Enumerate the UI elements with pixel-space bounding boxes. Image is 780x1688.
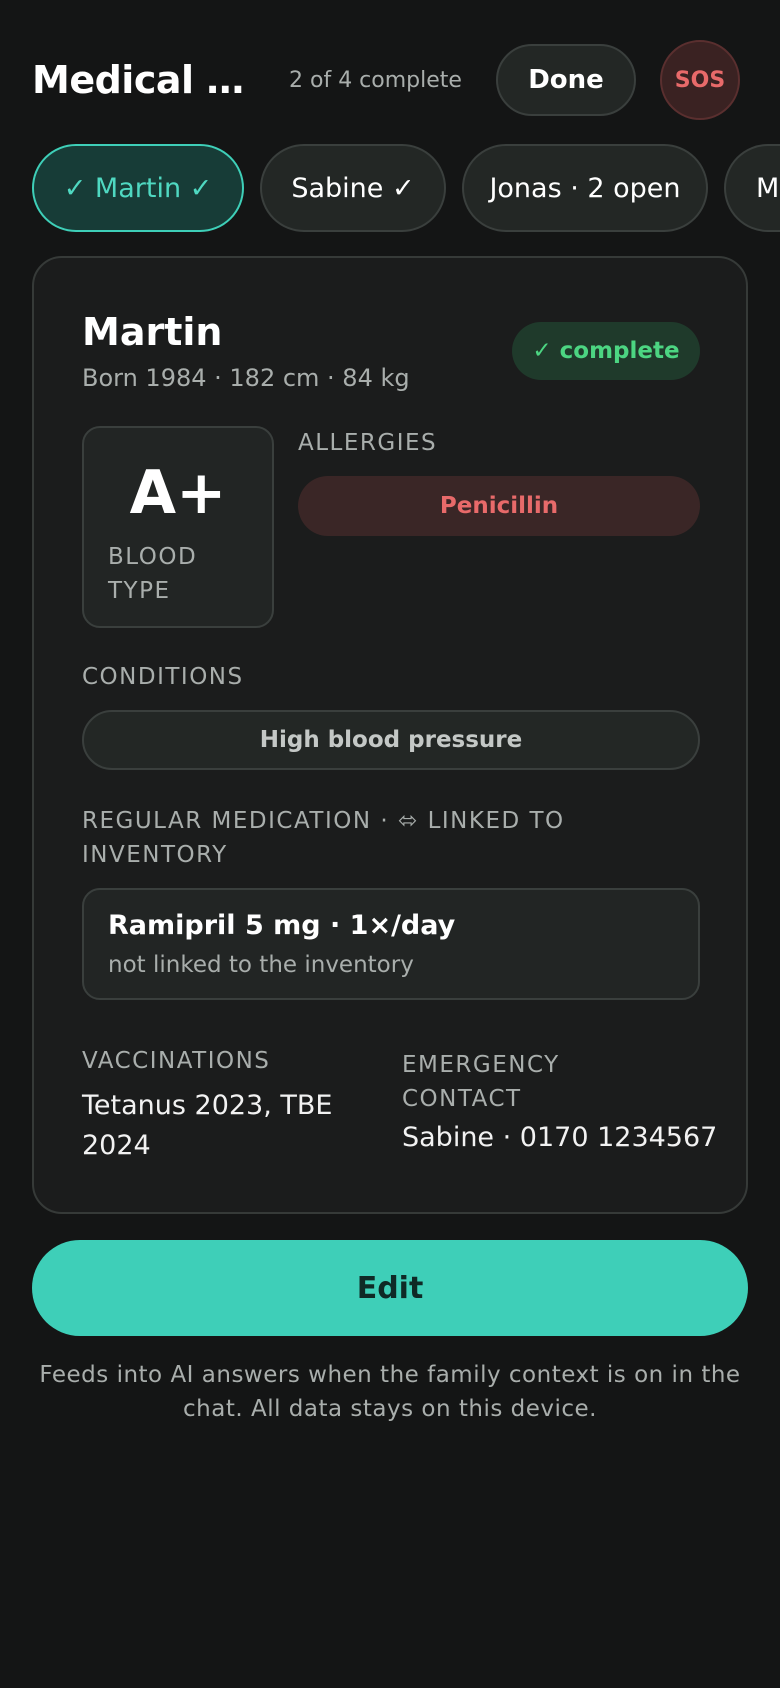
blood-type-label: BLOOD TYPE: [108, 544, 198, 604]
status-badge: ✓ complete: [512, 322, 700, 380]
conditions-label: CONDITIONS: [82, 664, 244, 690]
member-details: Born 1984 · 182 cm · 84 kg: [82, 364, 410, 392]
member-name: Martin: [82, 310, 223, 354]
medication-item[interactable]: Ramipril 5 mg · 1×/day not linked to the…: [82, 888, 700, 1000]
medication-name: Ramipril 5 mg · 1×/day: [108, 910, 456, 941]
vaccinations-label: VACCINATIONS: [82, 1048, 271, 1074]
member-tabs: ✓ Martin ✓ Sabine ✓ Jonas · 2 open M: [32, 144, 780, 232]
member-tab-jonas[interactable]: Jonas · 2 open: [462, 144, 708, 232]
allergy-chip[interactable]: Penicillin: [298, 476, 700, 536]
member-tab-sabine[interactable]: Sabine ✓: [260, 144, 446, 232]
completion-progress: 2 of 4 complete: [289, 67, 462, 93]
medical-card: Martin Born 1984 · 182 cm · 84 kg ✓ comp…: [32, 256, 748, 1214]
emergency-contact-value: Sabine · 0170 1234567: [402, 1122, 718, 1153]
page-title: Medical c...: [32, 58, 257, 102]
condition-chip[interactable]: High blood pressure: [82, 710, 700, 770]
sos-button[interactable]: SOS: [660, 40, 740, 120]
medication-label: REGULAR MEDICATION · ⬄ LINKED TO INVENTO…: [82, 808, 565, 868]
done-button[interactable]: Done: [496, 44, 636, 116]
vaccinations-value: Tetanus 2023, TBE 2024: [82, 1090, 333, 1161]
allergies-label: ALLERGIES: [298, 430, 438, 456]
medication-link-status: not linked to the inventory: [108, 952, 414, 978]
blood-type-value: A+: [129, 458, 227, 528]
footer-note: Feeds into AI answers when the family co…: [39, 1362, 741, 1422]
emergency-contact-label: EMERGENCY CONTACT: [402, 1052, 560, 1112]
header: Medical c... 2 of 4 complete Done SOS: [32, 40, 748, 120]
blood-type-box: A+ BLOOD TYPE: [82, 426, 274, 628]
member-tab-martin[interactable]: ✓ Martin ✓: [32, 144, 244, 232]
member-tab-next[interactable]: M: [724, 144, 780, 232]
edit-button[interactable]: Edit: [32, 1240, 748, 1336]
